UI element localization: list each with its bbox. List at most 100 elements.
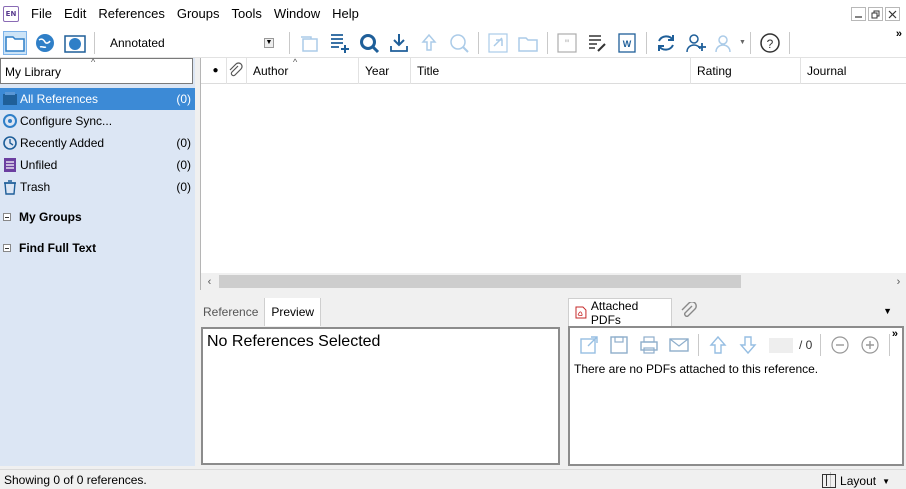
menu-file[interactable]: File xyxy=(25,0,58,28)
recently-added-icon xyxy=(2,135,18,151)
group-count: (0) xyxy=(176,180,191,194)
unfiled-icon xyxy=(2,157,18,173)
import-icon[interactable] xyxy=(387,31,411,55)
reference-list-header: ● ^ Author Year Title Rating Journal xyxy=(201,57,906,84)
collapse-toggle-icon[interactable] xyxy=(3,213,11,221)
column-year[interactable]: Year xyxy=(359,58,411,84)
column-read-status[interactable]: ● xyxy=(201,58,227,84)
column-title[interactable]: Title xyxy=(411,58,691,84)
attached-pdfs-panel: Attached PDFs ▼ / 0 » There are no PDFs … xyxy=(566,294,906,466)
horizontal-scrollbar[interactable]: ‹ › xyxy=(201,273,906,290)
section-find-full-text[interactable]: Find Full Text xyxy=(0,238,195,258)
menu-tools[interactable]: Tools xyxy=(225,0,267,28)
save-icon[interactable] xyxy=(608,334,630,356)
print-icon[interactable] xyxy=(638,334,660,356)
toolbar-separator xyxy=(749,31,751,54)
toolbar-separator xyxy=(646,31,647,54)
tab-preview[interactable]: Preview xyxy=(264,298,322,326)
pdf-toolbar-overflow-button[interactable]: » xyxy=(892,328,898,340)
open-external-icon[interactable] xyxy=(578,334,600,356)
column-attachment[interactable] xyxy=(227,58,247,84)
copy-to-group-icon[interactable] xyxy=(297,31,321,55)
menu-references[interactable]: References xyxy=(92,0,170,28)
open-link-icon[interactable] xyxy=(486,31,510,55)
column-author[interactable]: ^ Author xyxy=(247,57,359,84)
tab-bar: Reference Preview xyxy=(197,294,322,326)
chevron-down-icon[interactable]: ▼ xyxy=(739,39,746,46)
my-library-header[interactable]: ^ My Library xyxy=(0,57,193,84)
export-icon[interactable] xyxy=(417,31,441,55)
toolbar-separator xyxy=(889,334,891,356)
minimize-icon[interactable] xyxy=(851,7,866,21)
chevron-down-icon[interactable]: ▼ xyxy=(264,37,274,48)
group-recently-added[interactable]: Recently Added (0) xyxy=(0,132,195,154)
endnote-app-icon[interactable]: EN xyxy=(3,6,19,22)
group-label: Trash xyxy=(20,180,51,194)
scrollbar-thumb[interactable] xyxy=(219,275,741,288)
toolbar-separator xyxy=(94,31,95,54)
scroll-left-icon[interactable]: ‹ xyxy=(201,273,218,290)
online-search-globe-icon[interactable] xyxy=(357,31,381,55)
layout-icon xyxy=(822,474,837,488)
menu-edit[interactable]: Edit xyxy=(58,0,92,28)
tab-reference[interactable]: Reference xyxy=(197,298,264,326)
column-rating[interactable]: Rating xyxy=(691,58,801,84)
group-trash[interactable]: Trash (0) xyxy=(0,176,195,198)
my-library-label: My Library xyxy=(5,65,62,79)
column-label: Author xyxy=(253,64,289,78)
integrated-library-icon[interactable] xyxy=(63,31,87,55)
output-style-dropdown[interactable]: Annotated ▼ xyxy=(103,31,279,54)
paperclip-icon xyxy=(229,62,243,77)
sharing-icon[interactable] xyxy=(714,31,738,55)
group-configure-sync[interactable]: Configure Sync... xyxy=(0,110,195,132)
find-full-text-icon[interactable] xyxy=(447,31,471,55)
pdf-icon xyxy=(575,306,587,319)
word-icon[interactable]: W xyxy=(615,31,639,55)
group-label: Recently Added xyxy=(20,136,105,150)
open-file-icon[interactable] xyxy=(516,31,540,55)
column-journal[interactable]: Journal xyxy=(801,58,906,84)
insert-citation-icon[interactable]: " xyxy=(555,31,579,55)
sync-icon xyxy=(2,113,18,129)
main-toolbar: Annotated ▼ " W ▼ ? » xyxy=(0,28,906,58)
help-icon[interactable]: ? xyxy=(758,31,782,55)
next-page-icon[interactable] xyxy=(737,334,759,356)
sync-icon[interactable] xyxy=(654,31,678,55)
section-label: Find Full Text xyxy=(19,241,97,255)
menu-window[interactable]: Window xyxy=(268,0,326,28)
format-paper-icon[interactable] xyxy=(585,31,609,55)
restore-icon[interactable] xyxy=(868,7,883,21)
local-library-icon[interactable] xyxy=(3,30,27,55)
panel-menu-icon[interactable]: ▼ xyxy=(883,306,892,316)
new-reference-icon[interactable] xyxy=(327,31,351,55)
reference-list[interactable]: ● ^ Author Year Title Rating Journal ‹ › xyxy=(200,57,906,290)
zoom-in-icon[interactable] xyxy=(859,334,881,356)
share-library-icon[interactable] xyxy=(684,31,708,55)
collapse-toggle-icon[interactable] xyxy=(3,244,11,252)
toolbar-separator xyxy=(698,334,699,356)
trash-icon xyxy=(2,179,18,195)
svg-text:": " xyxy=(565,37,569,51)
email-icon[interactable] xyxy=(668,334,690,356)
layout-button[interactable]: Layout ▼ xyxy=(822,472,890,489)
menu-help[interactable]: Help xyxy=(326,0,365,28)
toolbar-separator xyxy=(289,31,290,54)
toolbar-separator xyxy=(478,31,479,54)
group-all-references[interactable]: All References (0) xyxy=(0,88,195,110)
group-unfiled[interactable]: Unfiled (0) xyxy=(0,154,195,176)
menu-groups[interactable]: Groups xyxy=(171,0,226,28)
paperclip-icon[interactable] xyxy=(680,302,698,320)
toolbar-overflow-button[interactable]: » xyxy=(896,28,902,40)
group-count: (0) xyxy=(176,92,191,106)
page-number-input[interactable] xyxy=(769,337,793,353)
tab-attached-pdfs[interactable]: Attached PDFs xyxy=(568,298,672,327)
online-search-icon[interactable] xyxy=(33,31,57,55)
previous-page-icon[interactable] xyxy=(707,334,729,356)
section-my-groups[interactable]: My Groups xyxy=(0,207,195,227)
group-count: (0) xyxy=(176,158,191,172)
zoom-out-icon[interactable] xyxy=(829,334,851,356)
close-icon[interactable] xyxy=(885,7,900,21)
preview-area: No References Selected xyxy=(201,327,560,465)
scroll-right-icon[interactable]: › xyxy=(890,273,906,290)
groups-pane: ^ My Library All References (0) Configur… xyxy=(0,57,195,466)
